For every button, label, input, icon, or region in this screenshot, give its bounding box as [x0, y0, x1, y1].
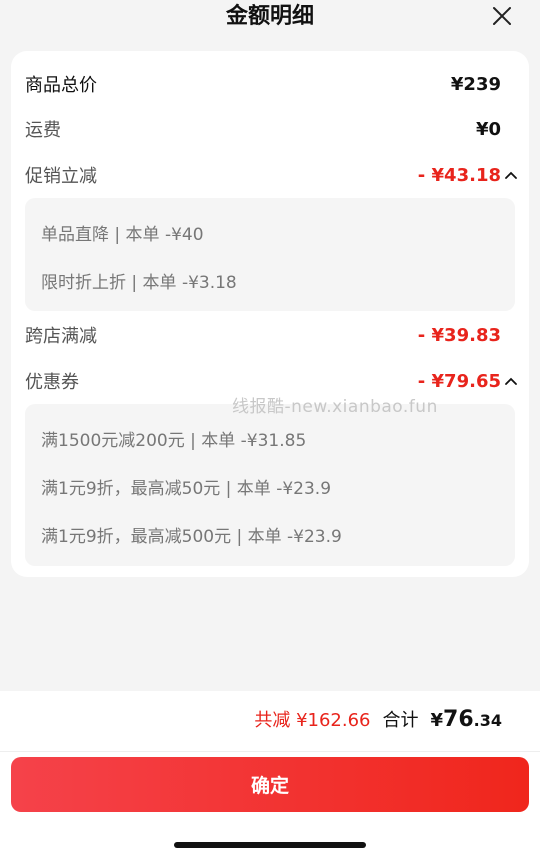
home-indicator: [174, 842, 366, 848]
summary: 共减 ¥162.66 合计 ¥76.34: [254, 706, 502, 732]
coupon-detail-line: 满1元9折，最高减500元 | 本单 -¥23.9: [41, 527, 342, 547]
promo-value: - ¥43.18: [417, 164, 501, 186]
coupon-value: - ¥79.65: [417, 370, 501, 392]
shipping-value: ¥0: [475, 118, 501, 140]
cross-store-label: 跨店满减: [25, 326, 97, 347]
total-price-label: 商品总价: [25, 75, 97, 96]
divider: [0, 751, 540, 752]
promo-label: 促销立减: [25, 166, 97, 187]
header: 金额明细: [0, 0, 540, 38]
promo-details: 单品直降 | 本单 -¥40 限时折上折 | 本单 -¥3.18: [25, 198, 515, 311]
footer: 共减 ¥162.66 合计 ¥76.34 确定: [0, 691, 540, 859]
page-title: 金额明细: [225, 4, 314, 29]
coupon-detail-line: 满1500元减200元 | 本单 -¥31.85: [41, 431, 307, 451]
total-label: 合计: [382, 710, 419, 731]
total-saved: 共减 ¥162.66: [254, 710, 371, 731]
watermark: 线报酷-new.xianbao.fun: [232, 397, 438, 417]
confirm-button[interactable]: 确定: [11, 757, 529, 812]
total-decimal: .34: [473, 711, 502, 730]
chevron-up-icon[interactable]: [505, 170, 517, 180]
coupon-label: 优惠券: [25, 372, 79, 393]
row-promo[interactable]: 促销立减 - ¥43.18: [25, 160, 517, 190]
shipping-label: 运费: [25, 120, 61, 141]
amount-detail-card: 商品总价 ¥239 运费 ¥0 促销立减 - ¥43.18 单品直降 | 本单 …: [11, 51, 529, 577]
promo-detail-line: 限时折上折 | 本单 -¥3.18: [41, 273, 237, 293]
coupon-detail-line: 满1元9折，最高减50元 | 本单 -¥23.9: [41, 479, 332, 499]
total-integer: 76: [443, 707, 474, 732]
close-icon[interactable]: [490, 4, 514, 28]
row-shipping: 运费 ¥0: [25, 114, 501, 144]
promo-detail-line: 单品直降 | 本单 -¥40: [41, 225, 204, 245]
row-cross-store: 跨店满减 - ¥39.83: [25, 320, 501, 350]
chevron-up-icon[interactable]: [505, 376, 517, 386]
row-total-price: 商品总价 ¥239: [25, 69, 501, 99]
total-amount: ¥76.34: [431, 707, 503, 732]
total-price-value: ¥239: [450, 73, 501, 95]
coupon-details: 满1500元减200元 | 本单 -¥31.85 满1元9折，最高减50元 | …: [25, 404, 515, 566]
total-currency: ¥: [430, 710, 444, 731]
cross-store-value: - ¥39.83: [417, 324, 501, 346]
